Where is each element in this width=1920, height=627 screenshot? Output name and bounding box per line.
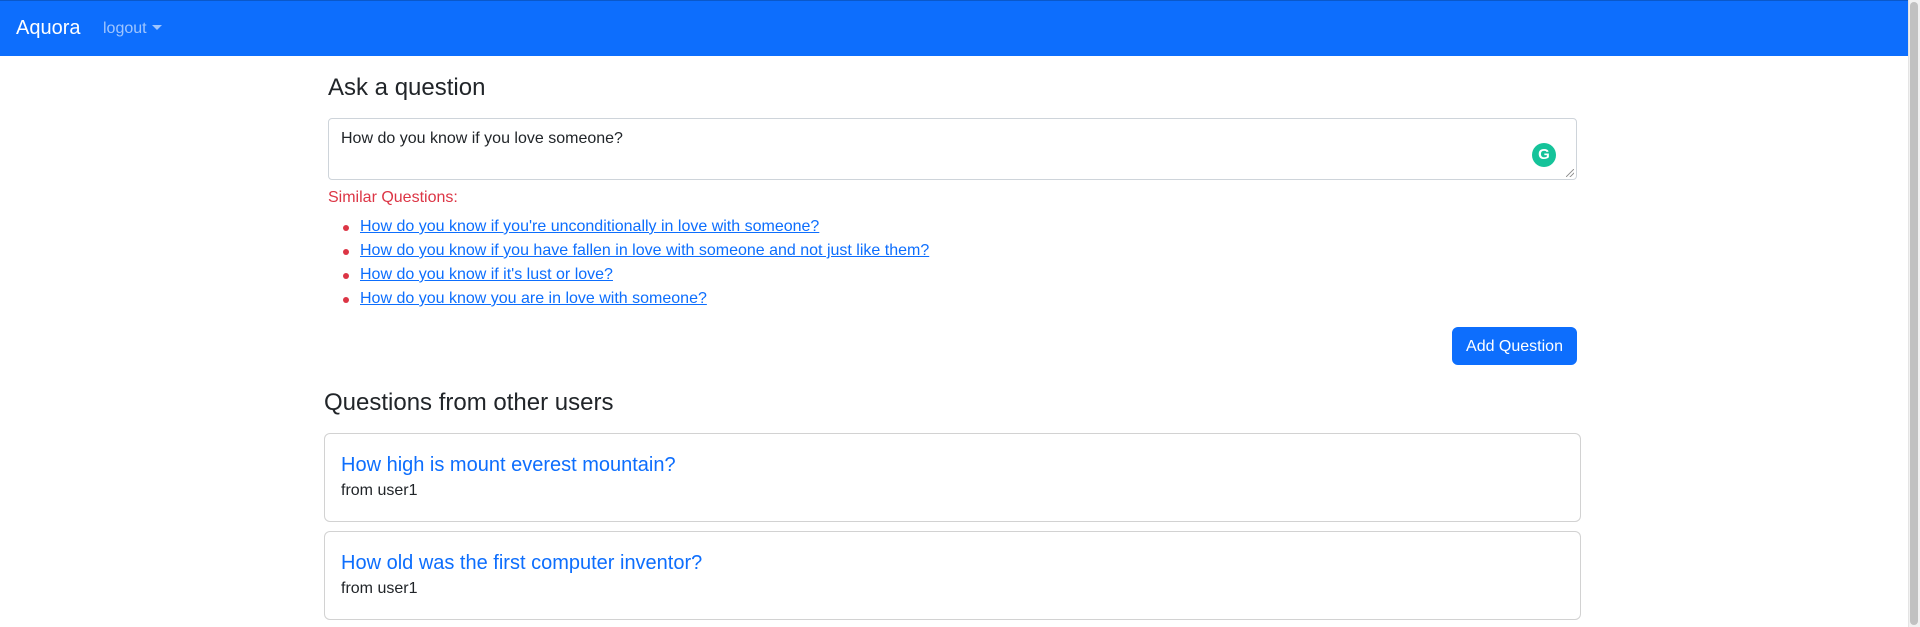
similar-question-item: How do you know if it's lust or love? xyxy=(328,263,929,287)
question-card-author: from user1 xyxy=(341,580,418,597)
question-card: How old was the first computer inventor?… xyxy=(324,531,1581,620)
scrollbar-thumb[interactable] xyxy=(1910,2,1918,625)
add-question-button[interactable]: Add Question xyxy=(1452,327,1577,365)
question-input-value[interactable]: How do you know if you love someone? xyxy=(341,127,623,151)
similar-question-link[interactable]: How do you know if you're unconditionall… xyxy=(360,218,819,235)
brand-logo[interactable]: Aquora xyxy=(16,15,81,41)
ask-question-heading: Ask a question xyxy=(328,74,486,101)
similar-question-item: How do you know if you're unconditionall… xyxy=(328,215,929,239)
similar-question-link[interactable]: How do you know if it's lust or love? xyxy=(360,266,613,283)
logout-dropdown-label[interactable]: logout xyxy=(103,20,147,37)
question-card-title[interactable]: How old was the first computer inventor? xyxy=(341,550,702,576)
top-navbar: Aquora logout xyxy=(0,0,1908,56)
question-card: How high is mount everest mountain? from… xyxy=(324,433,1581,522)
similar-question-item: How do you know if you have fallen in lo… xyxy=(328,239,929,263)
similar-question-link[interactable]: How do you know you are in love with som… xyxy=(360,290,707,307)
caret-down-icon[interactable] xyxy=(151,25,162,30)
similar-questions-label: Similar Questions: xyxy=(328,189,458,206)
similar-question-item: How do you know you are in love with som… xyxy=(328,287,929,311)
similar-question-link[interactable]: How do you know if you have fallen in lo… xyxy=(360,242,929,259)
page-scrollbar[interactable] xyxy=(1908,0,1920,627)
resize-handle-icon[interactable] xyxy=(1566,169,1574,177)
similar-questions-list: How do you know if you're unconditionall… xyxy=(328,215,929,311)
other-users-questions-heading: Questions from other users xyxy=(324,389,614,416)
grammarly-icon[interactable]: G xyxy=(1532,143,1556,167)
question-textarea[interactable]: How do you know if you love someone? G xyxy=(328,118,1577,180)
question-card-author: from user1 xyxy=(341,482,418,499)
logout-dropdown[interactable]: logout xyxy=(103,19,162,39)
question-card-title[interactable]: How high is mount everest mountain? xyxy=(341,452,676,478)
